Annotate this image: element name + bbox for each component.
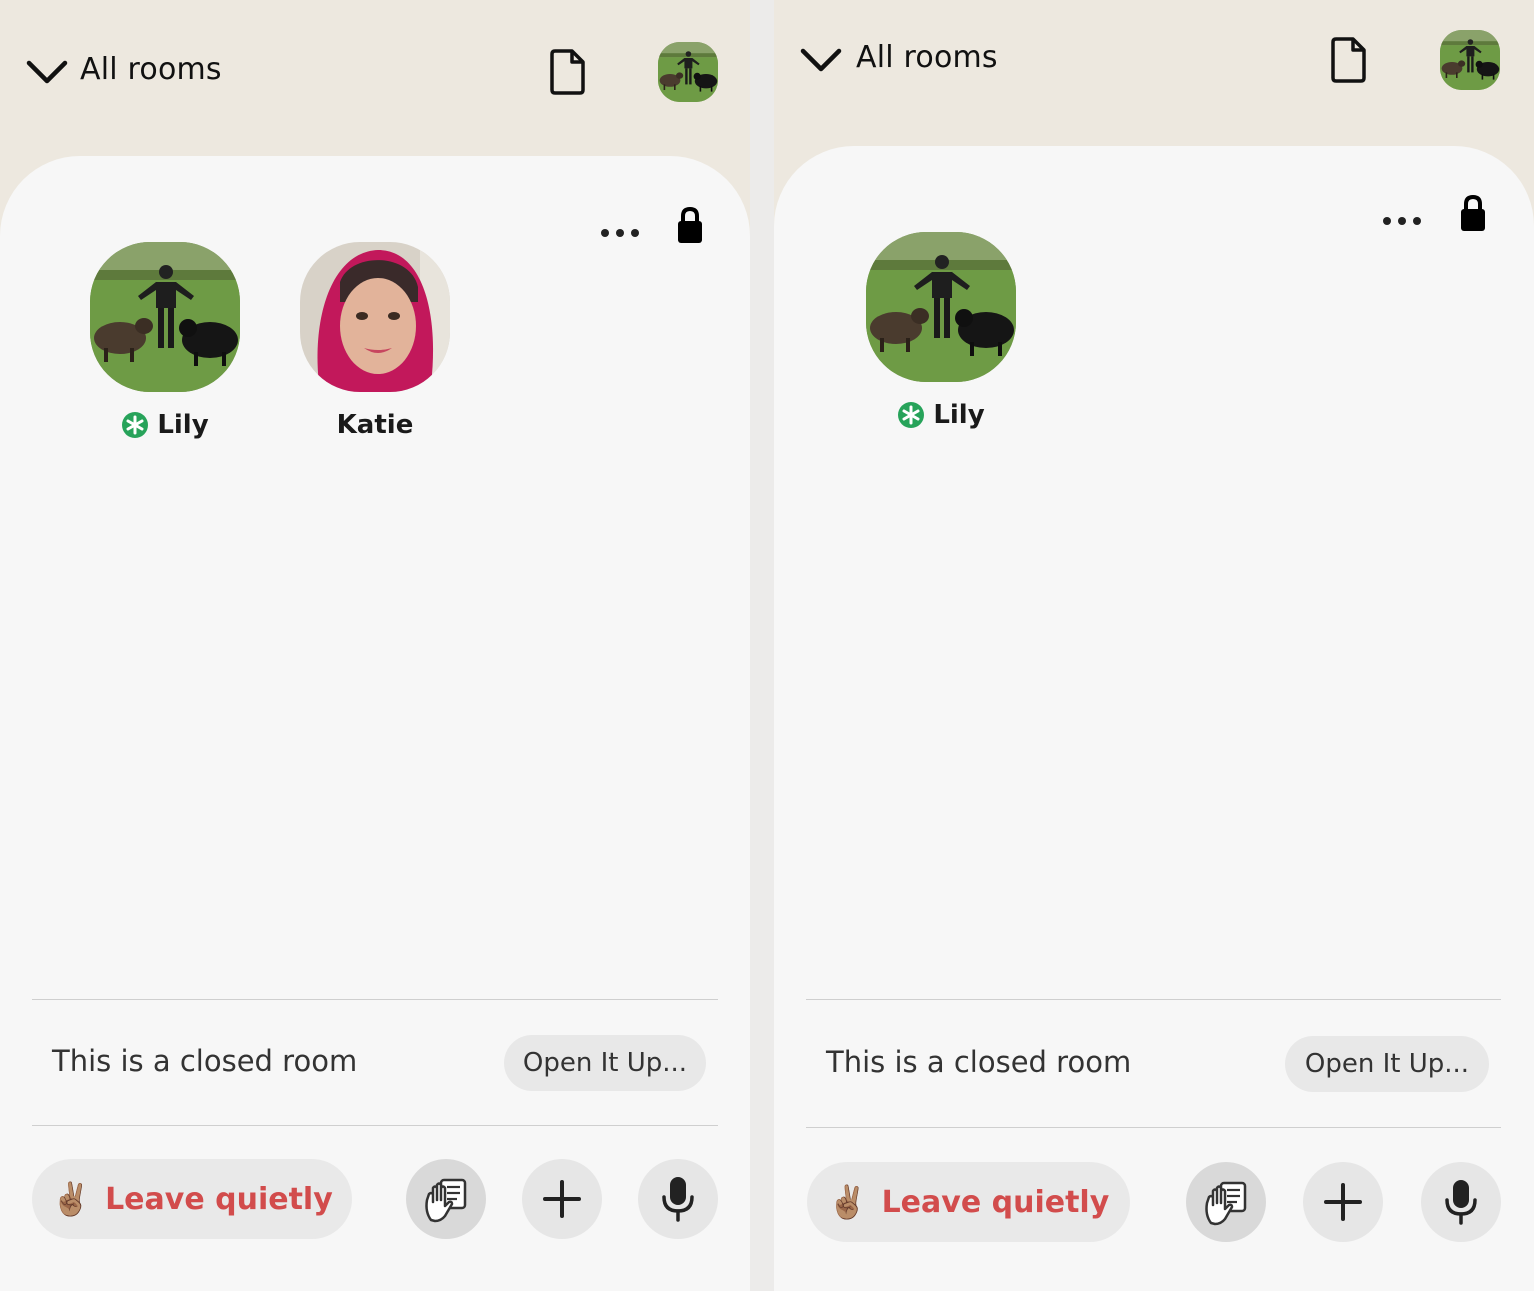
- divider: [32, 1125, 718, 1126]
- chevron-down-icon[interactable]: [26, 58, 68, 86]
- microphone-button[interactable]: [1421, 1162, 1501, 1242]
- leave-quietly-label: Leave quietly: [105, 1181, 333, 1217]
- add-button[interactable]: [522, 1159, 602, 1239]
- speaker-avatar[interactable]: [866, 232, 1016, 382]
- divider: [806, 999, 1501, 1000]
- speaker-name-row: Katie: [295, 410, 455, 440]
- lock-icon: [1461, 194, 1485, 231]
- lock-icon: [678, 206, 702, 243]
- closed-room-text: This is a closed room: [52, 1044, 358, 1078]
- open-it-up-button[interactable]: Open It Up...: [1285, 1036, 1489, 1092]
- top-bar: All rooms: [774, 0, 1534, 150]
- profile-avatar[interactable]: [1440, 30, 1500, 90]
- profile-avatar[interactable]: [658, 42, 718, 102]
- microphone-icon: [1445, 1180, 1477, 1225]
- speaker-name: Lily: [157, 410, 209, 440]
- plus-icon: [543, 1180, 581, 1218]
- speaker-name: Katie: [336, 410, 414, 440]
- speaker-tile[interactable]: Lily: [861, 232, 1021, 430]
- microphone-icon: [662, 1177, 694, 1222]
- room-panel-right: All rooms Lily This is a closed room Ope…: [774, 0, 1534, 1291]
- plus-icon: [1324, 1183, 1362, 1221]
- document-icon[interactable]: [548, 48, 586, 96]
- closed-room-text: This is a closed room: [826, 1045, 1132, 1079]
- document-icon[interactable]: [1329, 36, 1367, 84]
- speaker-name: Lily: [933, 400, 985, 430]
- speaker-avatar[interactable]: [300, 242, 450, 392]
- divider: [806, 1127, 1501, 1128]
- speaker-avatar[interactable]: [90, 242, 240, 392]
- speaker-name-row: Lily: [861, 400, 1021, 430]
- raise-hand-icon: [1205, 1181, 1247, 1226]
- open-it-up-button[interactable]: Open It Up...: [504, 1035, 706, 1091]
- chevron-down-icon[interactable]: [800, 46, 842, 74]
- microphone-button[interactable]: [638, 1159, 718, 1239]
- add-button[interactable]: [1303, 1162, 1383, 1242]
- top-bar: All rooms: [0, 0, 750, 150]
- room-card: Lily Katie This is a closed room Open It…: [0, 156, 750, 1291]
- raise-hand-button[interactable]: [406, 1159, 486, 1239]
- peace-emoji-icon: ✌🏽: [827, 1183, 868, 1221]
- panel-divider: [750, 0, 774, 1291]
- moderator-badge-icon: [898, 402, 925, 428]
- speaker-tile[interactable]: Lily: [85, 242, 245, 440]
- more-options-icon[interactable]: [1382, 216, 1422, 226]
- raise-hand-icon: [425, 1178, 467, 1223]
- room-card: Lily This is a closed room Open It Up...…: [774, 146, 1534, 1291]
- all-rooms-link[interactable]: All rooms: [856, 40, 998, 75]
- room-panel-left: All rooms Lily Katie This is a closed ro…: [0, 0, 750, 1291]
- moderator-badge-icon: [122, 412, 149, 438]
- peace-emoji-icon: ✌🏽: [51, 1180, 92, 1218]
- all-rooms-link[interactable]: All rooms: [80, 52, 222, 87]
- leave-quietly-button[interactable]: ✌🏽 Leave quietly: [807, 1162, 1130, 1242]
- speaker-name-row: Lily: [85, 410, 245, 440]
- leave-quietly-button[interactable]: ✌🏽 Leave quietly: [32, 1159, 352, 1239]
- leave-quietly-label: Leave quietly: [881, 1184, 1110, 1220]
- raise-hand-button[interactable]: [1186, 1162, 1266, 1242]
- more-options-icon[interactable]: [600, 228, 640, 238]
- divider: [32, 999, 718, 1000]
- speaker-tile[interactable]: Katie: [295, 242, 455, 440]
